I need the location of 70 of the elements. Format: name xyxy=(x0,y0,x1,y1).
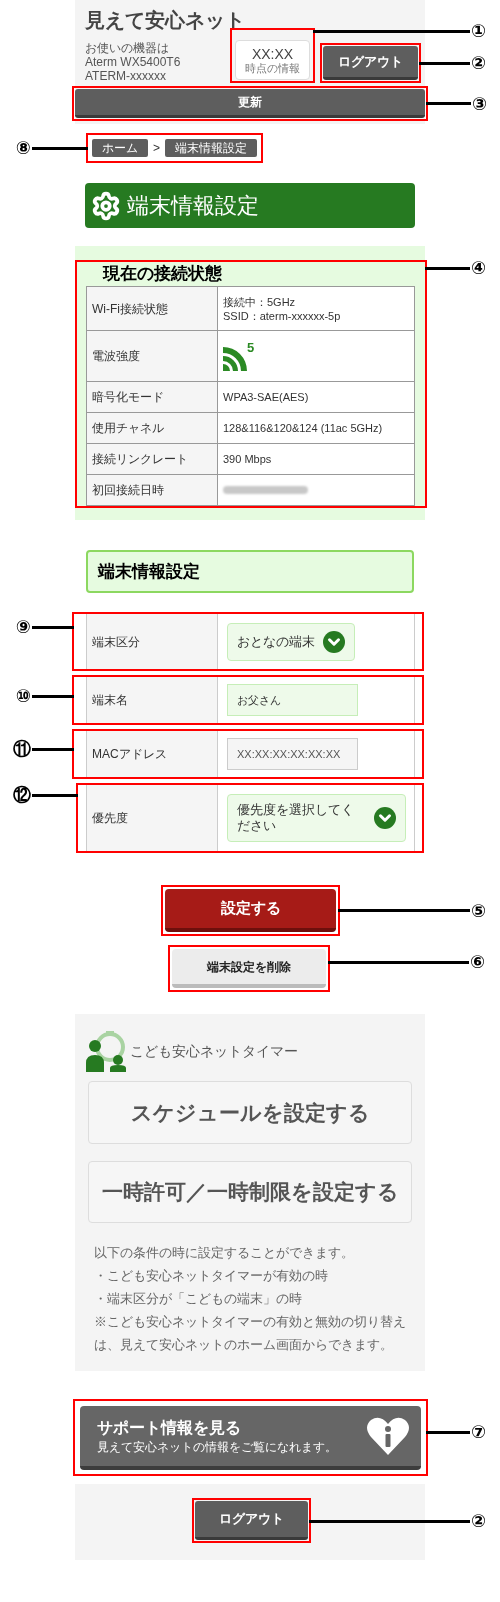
page-title: 端末情報設定 xyxy=(127,192,259,220)
field-label: MACアドレス xyxy=(92,746,167,763)
timer-title: こども安心ネットタイマー xyxy=(130,1042,298,1061)
callout-number: ② xyxy=(471,1511,487,1531)
table-cell-text: 接続リンクレート xyxy=(92,451,188,468)
table-cell-text: Wi-Fi接続状態 xyxy=(92,300,168,318)
note-text: ・端末区分が「こどもの端末」の時 xyxy=(94,1290,303,1308)
logout-button[interactable]: ログアウト xyxy=(323,46,418,80)
table-cell: WPA3-SAE(AES) xyxy=(223,390,309,404)
breadcrumb-separator: > xyxy=(153,140,160,157)
leader-line xyxy=(32,146,88,150)
table-cell: SSID：aterm-xxxxxx-5p xyxy=(223,308,341,323)
table-cell-text: 使用チャネル xyxy=(92,420,164,437)
leader-line xyxy=(426,1430,470,1434)
table-cell-text: 電波強度 xyxy=(92,348,140,365)
section-heading: 端末情報設定 xyxy=(98,560,200,583)
field-label: 優先度 xyxy=(92,810,128,827)
logout-button[interactable]: ログアウト xyxy=(195,1501,308,1540)
note-text: ・こども安心ネットタイマーが有効の時 xyxy=(94,1267,329,1285)
gear-icon xyxy=(91,190,121,221)
callout-number: ⑧ xyxy=(15,138,31,158)
save-button[interactable]: 設定する xyxy=(165,889,336,932)
section-heading: 現在の接続状態 xyxy=(101,263,223,285)
callout-number: ⑤ xyxy=(471,900,487,921)
heart-info-icon xyxy=(367,1417,409,1455)
family-timer-icon xyxy=(86,1031,127,1072)
table-cell: 390 Mbps xyxy=(223,452,272,466)
timer-option-button[interactable]: スケジュールを設定する xyxy=(88,1081,412,1144)
text-input[interactable]: お父さん xyxy=(227,684,358,716)
leader-line xyxy=(426,102,471,105)
band-label: 5 xyxy=(247,341,255,354)
callout-number: ④ xyxy=(471,258,487,278)
breadcrumb-link[interactable]: ホーム xyxy=(92,139,148,157)
refresh-button[interactable]: 更新 xyxy=(75,89,425,118)
dropdown-select[interactable]: おとなの端末 xyxy=(227,622,355,661)
callout-number: ⑫ xyxy=(13,785,31,805)
callout-number: ⑪ xyxy=(13,739,31,759)
dropdown-select[interactable]: 優先度を選択してください xyxy=(227,794,406,842)
table-cell-text: 初回接続日時 xyxy=(92,482,164,499)
device-info-text: Aterm WX5400T6 xyxy=(85,55,181,69)
time-caption: 時点の情報 xyxy=(245,62,300,74)
leader-line xyxy=(32,793,78,797)
timer-option-button[interactable]: 一時許可／一時制限を設定する xyxy=(88,1161,412,1223)
leader-line xyxy=(32,747,74,751)
table-cell: 128&116&120&124 (11ac 5GHz) xyxy=(223,421,383,435)
note-text: 以下の条件の時に設定することができます。 xyxy=(94,1244,355,1262)
field-label: 端末名 xyxy=(92,692,128,709)
chevron-down-icon xyxy=(323,630,345,653)
time-text: XX:XX xyxy=(251,46,294,62)
leader-line xyxy=(32,625,74,629)
delete-button[interactable]: 端末設定を削除 xyxy=(172,949,326,988)
table-cell-text: 接続中：5GHz xyxy=(223,294,297,309)
leader-line xyxy=(419,61,470,65)
chevron-down-icon xyxy=(374,807,396,829)
callout-number: ③ xyxy=(472,93,488,114)
table-cell-text: 暗号化モード xyxy=(92,389,164,406)
device-info-text: ATERM-xxxxxx xyxy=(85,69,168,83)
note-text: ※こども安心ネットタイマーの有効と無効の切り替えは、見えて安心ネットのホーム画面からできます。 xyxy=(94,1313,407,1354)
leader-line xyxy=(425,266,470,270)
callout-number: ① xyxy=(471,21,487,41)
callout-number: ⑦ xyxy=(471,1422,487,1442)
callout-number: ⑩ xyxy=(15,686,31,706)
device-info-text: お使いの機器は xyxy=(85,41,170,55)
leader-line xyxy=(32,694,74,698)
callout-number: ⑨ xyxy=(15,617,31,637)
callout-number: ⑥ xyxy=(470,952,486,972)
breadcrumb-link[interactable]: 端末情報設定 xyxy=(165,139,257,157)
callout-number: ② xyxy=(471,53,487,73)
field-label: 端末区分 xyxy=(92,633,140,651)
support-button[interactable]: サポート情報を見る 見えて安心ネットの情報をご覧になれます。 xyxy=(80,1406,421,1470)
